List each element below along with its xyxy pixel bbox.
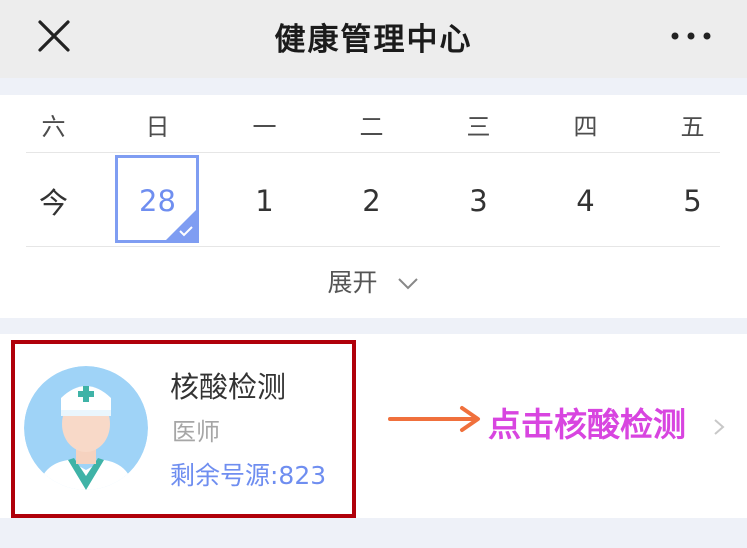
date-cell[interactable]: 4	[532, 155, 639, 247]
annotation-label: 点击核酸检测	[488, 405, 686, 444]
arrow-right-icon	[388, 406, 480, 432]
date-cell[interactable]: 2	[318, 155, 425, 247]
date-cell-selected[interactable]: 28	[104, 155, 211, 247]
more-icon[interactable]	[669, 24, 713, 48]
weekday-row: 六 日 一 二 三 四 五	[0, 95, 747, 153]
chevron-right-icon[interactable]	[713, 418, 725, 436]
weekday-label: 三	[466, 112, 491, 141]
weekday-label: 四	[573, 112, 598, 141]
highlight-frame	[11, 340, 356, 518]
expand-label: 展开	[327, 268, 378, 297]
divider	[26, 246, 720, 247]
expand-button[interactable]: 展开	[0, 263, 747, 299]
divider	[26, 152, 720, 153]
weekday-label: 二	[359, 112, 384, 141]
date-today[interactable]: 今	[0, 155, 107, 247]
date-cell[interactable]: 1	[211, 155, 318, 247]
date-cell[interactable]: 3	[425, 155, 532, 247]
weekday-label: 日	[145, 112, 170, 141]
calendar-card: 六 日 一 二 三 四 五 今 28 1 2 3 4 5 展开	[0, 95, 747, 318]
date-row: 今 28 1 2 3 4 5	[0, 155, 747, 247]
weekday-label: 一	[252, 112, 277, 141]
top-bar: 健康管理中心	[0, 0, 747, 78]
weekday-label: 六	[41, 112, 66, 141]
page-title: 健康管理中心	[274, 22, 473, 58]
weekday-label: 五	[680, 112, 705, 141]
date-cell[interactable]: 5	[639, 155, 746, 247]
chevron-down-icon	[398, 278, 419, 290]
